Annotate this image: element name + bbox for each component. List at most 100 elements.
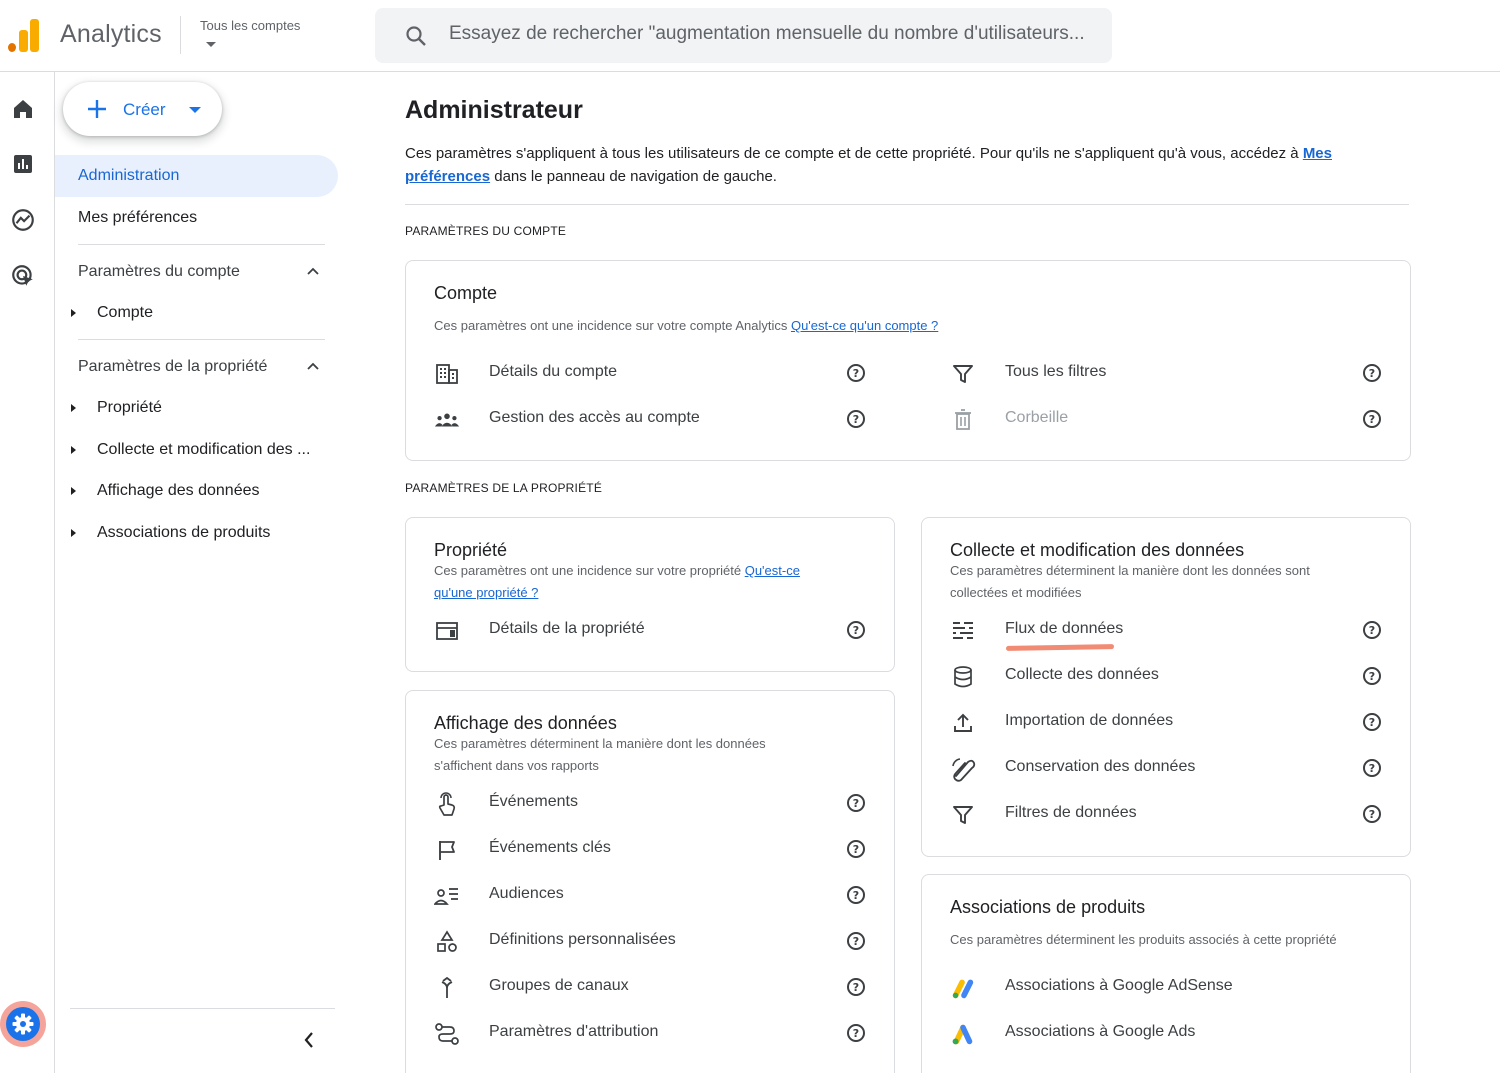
preferences-link[interactable]: Mes	[1303, 145, 1332, 162]
help-icon[interactable]: ?	[847, 840, 865, 858]
property-card: Propriété Ces paramètres ont une inciden…	[405, 517, 895, 672]
audiences-row[interactable]: Audiences ?	[434, 875, 874, 915]
plus-icon	[88, 100, 106, 118]
nav-sub-item-data-collection[interactable]: Collecte et modification des ...	[55, 430, 338, 470]
custom-definitions-row[interactable]: Définitions personnalisées ?	[434, 921, 874, 961]
row-label: Groupes de canaux	[489, 977, 629, 994]
help-icon[interactable]: ?	[1363, 364, 1381, 382]
nav-item-administration[interactable]: Administration	[55, 155, 338, 197]
chevron-up-icon	[307, 267, 319, 275]
database-icon	[950, 664, 976, 690]
nav-sub-item-label: Collecte et modification des ...	[97, 441, 311, 458]
touch-icon	[434, 791, 460, 817]
nav-section-label: Paramètres de la propriété	[78, 358, 268, 375]
expand-arrow-icon	[71, 446, 76, 454]
row-label: Corbeille	[1005, 409, 1069, 426]
data-display-card: Affichage des données Ces paramètres dét…	[405, 690, 895, 1073]
nav-sub-item-label: Compte	[97, 304, 154, 321]
nav-item-label: Mes préférences	[78, 209, 198, 226]
nav-section-property-settings[interactable]: Paramètres de la propriété	[55, 346, 338, 388]
help-icon[interactable]: ?	[847, 410, 865, 428]
help-icon[interactable]: ?	[1363, 805, 1381, 823]
page-title: Administrateur	[405, 96, 583, 124]
events-row[interactable]: Événements ?	[434, 783, 874, 823]
home-icon[interactable]	[8, 94, 38, 124]
account-access-row[interactable]: Gestion des accès au compte ?	[434, 399, 874, 439]
data-filters-row[interactable]: Filtres de données ?	[950, 794, 1390, 834]
nav-sub-item-property[interactable]: Propriété	[55, 388, 338, 428]
data-retention-row[interactable]: Conservation des données ?	[950, 748, 1390, 788]
expand-arrow-icon	[71, 309, 76, 317]
property-details-row[interactable]: Détails de la propriété ?	[434, 610, 874, 650]
merge-icon	[434, 975, 460, 1001]
collapse-nav-button[interactable]	[295, 1026, 323, 1054]
data-collection-card: Collecte et modification des données Ces…	[921, 517, 1411, 857]
reports-icon[interactable]	[8, 149, 38, 179]
preferences-link-continued[interactable]: préférences	[405, 168, 490, 185]
help-icon[interactable]: ?	[1363, 410, 1381, 428]
help-icon[interactable]: ?	[847, 621, 865, 639]
what-is-account-link[interactable]: Qu'est-ce qu'un compte ?	[791, 318, 938, 333]
data-collection-row[interactable]: Collecte des données ?	[950, 656, 1390, 696]
data-streams-row[interactable]: Flux de données ?	[950, 610, 1390, 650]
create-button[interactable]: Créer	[63, 82, 222, 136]
nav-item-my-preferences[interactable]: Mes préférences	[55, 197, 338, 239]
trash-row[interactable]: Corbeille ?	[950, 399, 1390, 439]
analytics-logo-icon[interactable]	[8, 18, 40, 52]
nav-sub-item-account[interactable]: Compte	[55, 293, 338, 333]
adsense-icon	[950, 975, 976, 1001]
help-icon[interactable]: ?	[1363, 667, 1381, 685]
help-icon[interactable]: ?	[1363, 759, 1381, 777]
card-title: Associations de produits	[950, 897, 1146, 917]
card-description: Ces paramètres déterminent la manière do…	[950, 560, 1310, 604]
advertising-icon[interactable]	[8, 261, 38, 291]
search-icon	[406, 26, 426, 46]
row-label: Gestion des accès au compte	[489, 409, 700, 426]
nav-section-account-settings[interactable]: Paramètres du compte	[55, 251, 338, 293]
channel-groups-row[interactable]: Groupes de canaux ?	[434, 967, 874, 1007]
card-description-text: Ces paramètres ont une incidence sur vot…	[434, 318, 791, 333]
google-ads-links-row[interactable]: Associations à Google Ads	[950, 1013, 1390, 1053]
filter-icon	[950, 802, 976, 828]
account-picker-label: Tous les comptes	[200, 18, 301, 33]
row-label: Conservation des données	[1005, 758, 1196, 775]
card-description-line: Ces paramètres déterminent la manière do…	[434, 736, 766, 751]
row-label: Associations à Google AdSense	[1005, 977, 1233, 994]
row-label: Événements clés	[489, 839, 611, 856]
trash-icon	[950, 407, 976, 433]
nav-sub-item-product-links[interactable]: Associations de produits	[55, 513, 338, 553]
adsense-links-row[interactable]: Associations à Google AdSense	[950, 967, 1390, 1007]
search-input[interactable]: Essayez de rechercher "augmentation mens…	[375, 8, 1112, 63]
key-events-row[interactable]: Événements clés ?	[434, 829, 874, 869]
account-details-row[interactable]: Détails du compte ?	[434, 353, 874, 393]
help-icon[interactable]: ?	[847, 886, 865, 904]
what-is-property-link-continued[interactable]: qu'une propriété ?	[434, 585, 538, 600]
create-label: Créer	[123, 100, 166, 119]
app-name: Analytics	[60, 20, 162, 48]
help-icon[interactable]: ?	[847, 978, 865, 996]
account-settings-heading: PARAMÈTRES DU COMPTE	[405, 224, 567, 238]
help-icon[interactable]: ?	[847, 364, 865, 382]
all-filters-row[interactable]: Tous les filtres ?	[950, 353, 1390, 393]
left-rail	[0, 72, 55, 1073]
settings-button[interactable]	[0, 1001, 46, 1047]
help-icon[interactable]: ?	[847, 1024, 865, 1042]
help-icon[interactable]: ?	[1363, 713, 1381, 731]
row-label: Flux de données	[1005, 620, 1124, 637]
product-links-card: Associations de produits Ces paramètres …	[921, 874, 1411, 1073]
what-is-property-link[interactable]: Qu'est-ce	[745, 563, 800, 578]
help-icon[interactable]: ?	[1363, 621, 1381, 639]
help-icon[interactable]: ?	[847, 932, 865, 950]
caret-down-icon	[206, 42, 216, 47]
data-import-row[interactable]: Importation de données ?	[950, 702, 1390, 742]
row-label: Paramètres d'attribution	[489, 1023, 659, 1040]
explore-icon[interactable]	[8, 205, 38, 235]
account-picker[interactable]: Tous les comptes	[192, 12, 342, 58]
caret-down-icon	[189, 107, 201, 113]
filter-icon	[950, 361, 976, 387]
attribution-settings-row[interactable]: Paramètres d'attribution ?	[434, 1013, 874, 1053]
help-icon[interactable]: ?	[847, 794, 865, 812]
nav-sub-item-label: Propriété	[97, 399, 162, 416]
nav-sub-item-data-display[interactable]: Affichage des données	[55, 471, 338, 511]
stream-icon	[950, 618, 976, 644]
